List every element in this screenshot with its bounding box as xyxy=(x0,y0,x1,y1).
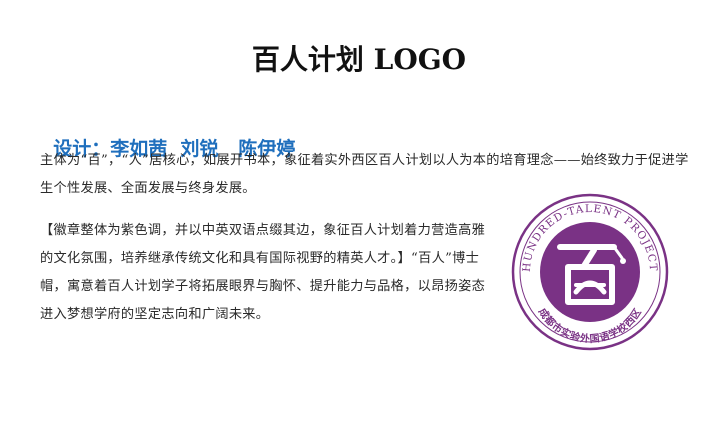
page-title: 百人计划 LOGO xyxy=(251,43,467,76)
hundred-talent-logo: HUNDRED-TALENT PROJECT 成都市实验外国语学校西区 xyxy=(511,193,669,351)
description-paragraph-2: 【徽章整体为紫色调，并以中英双语点缀其边，象征百人计划着力营造高雅的文化氛围，培… xyxy=(40,223,486,322)
logo-center-disc xyxy=(540,222,640,322)
